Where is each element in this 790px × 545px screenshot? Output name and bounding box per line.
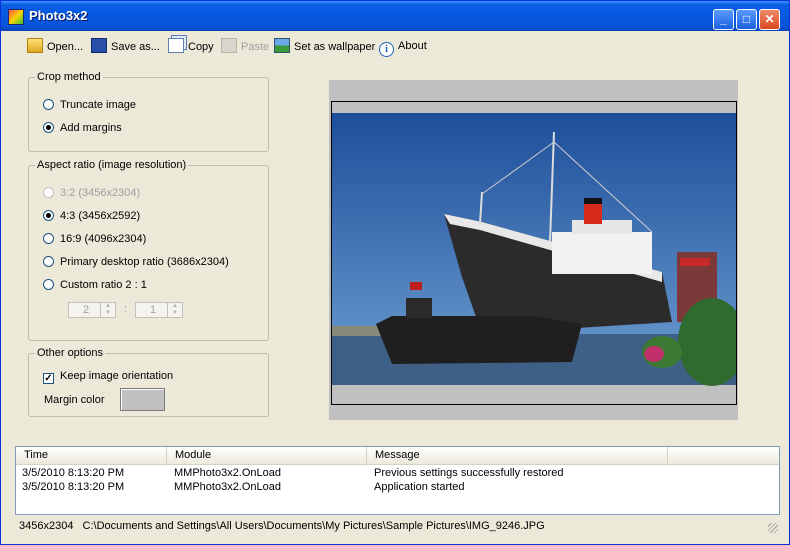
column-header-module[interactable]: Module	[167, 447, 367, 464]
log-list[interactable]: Time Module Message 3/5/2010 8:13:20 PM …	[15, 446, 780, 515]
status-bar: 3456x2304 C:\Documents and Settings\All …	[15, 517, 780, 535]
status-resolution: 3456x2304	[19, 520, 74, 532]
add-margins-radio[interactable]: Add margins	[43, 121, 122, 135]
custom-width-stepper[interactable]: 2 ▲ ▼	[68, 302, 116, 318]
radio-circle-selected	[43, 122, 54, 133]
other-options-legend: Other options	[37, 347, 104, 359]
ratio-16-9-radio[interactable]: 16:9 (4096x2304)	[43, 232, 146, 246]
wallpaper-icon	[274, 38, 290, 53]
table-row[interactable]: 3/5/2010 8:13:20 PM MMPhoto3x2.OnLoad Ap…	[16, 480, 779, 494]
floppy-disk-icon	[91, 38, 107, 53]
margin-color-button[interactable]	[120, 388, 165, 411]
minimize-button[interactable]: _	[713, 9, 734, 30]
custom-height-stepper[interactable]: 1 ▲ ▼	[135, 302, 183, 318]
cell-module: MMPhoto3x2.OnLoad	[174, 481, 282, 493]
paste-button[interactable]: Paste	[221, 38, 269, 54]
app-window: Photo3x2 _ □ ✕ Open... Save as... Copy P…	[0, 0, 790, 545]
cell-message: Application started	[374, 481, 465, 493]
radio-circle-selected	[43, 210, 54, 221]
spin-arrows-icon[interactable]: ▲ ▼	[100, 303, 115, 317]
ratio-3-2-radio[interactable]: 3:2 (3456x2304)	[43, 186, 140, 200]
paste-icon	[221, 38, 237, 53]
aspect-ratio-legend: Aspect ratio (image resolution)	[37, 159, 187, 171]
table-row[interactable]: 3/5/2010 8:13:20 PM MMPhoto3x2.OnLoad Pr…	[16, 466, 779, 480]
radio-circle	[43, 233, 54, 244]
open-button[interactable]: Open...	[27, 38, 83, 54]
radio-circle	[43, 99, 54, 110]
copy-button[interactable]: Copy	[168, 38, 214, 54]
crop-method-legend: Crop method	[37, 71, 101, 83]
primary-desktop-ratio-radio[interactable]: Primary desktop ratio (3686x2304)	[43, 255, 229, 269]
copy-icon	[168, 38, 184, 53]
folder-open-icon	[27, 38, 43, 53]
checkmark-icon: ✓	[43, 373, 54, 384]
close-button[interactable]: ✕	[759, 9, 780, 30]
maximize-button[interactable]: □	[736, 9, 757, 30]
info-icon: i	[379, 42, 394, 57]
margin-color-label: Margin color	[44, 394, 105, 406]
app-icon	[8, 9, 24, 25]
keep-orientation-checkbox[interactable]: ✓ Keep image orientation	[43, 369, 173, 384]
custom-ratio-radio[interactable]: Custom ratio 2 : 1	[43, 278, 147, 292]
about-button[interactable]: i About	[379, 38, 427, 57]
cell-message: Previous settings successfully restored	[374, 467, 564, 479]
cell-time: 3/5/2010 8:13:20 PM	[22, 481, 125, 493]
cell-time: 3/5/2010 8:13:20 PM	[22, 467, 125, 479]
save-as-button[interactable]: Save as...	[91, 38, 160, 54]
toolbar: Open... Save as... Copy Paste Set as wal…	[13, 35, 779, 57]
column-header-time[interactable]: Time	[16, 447, 167, 464]
preview-frame	[331, 101, 737, 405]
radio-circle	[43, 256, 54, 267]
photo-preview	[332, 102, 736, 404]
truncate-image-radio[interactable]: Truncate image	[43, 98, 136, 112]
radio-circle	[43, 279, 54, 290]
ratio-4-3-radio[interactable]: 4:3 (3456x2592)	[43, 209, 140, 223]
resize-grip-icon[interactable]	[768, 523, 778, 533]
spin-arrows-icon[interactable]: ▲ ▼	[167, 303, 182, 317]
status-file-path: C:\Documents and Settings\All Users\Docu…	[82, 520, 545, 532]
cell-module: MMPhoto3x2.OnLoad	[174, 467, 282, 479]
column-header-message[interactable]: Message	[367, 447, 668, 464]
set-wallpaper-button[interactable]: Set as wallpaper	[274, 38, 375, 54]
radio-circle	[43, 187, 54, 198]
log-list-header: Time Module Message	[16, 447, 779, 465]
title-bar[interactable]: Photo3x2 _ □ ✕	[1, 1, 789, 31]
ratio-separator: :	[124, 303, 128, 315]
window-title: Photo3x2	[29, 8, 88, 23]
